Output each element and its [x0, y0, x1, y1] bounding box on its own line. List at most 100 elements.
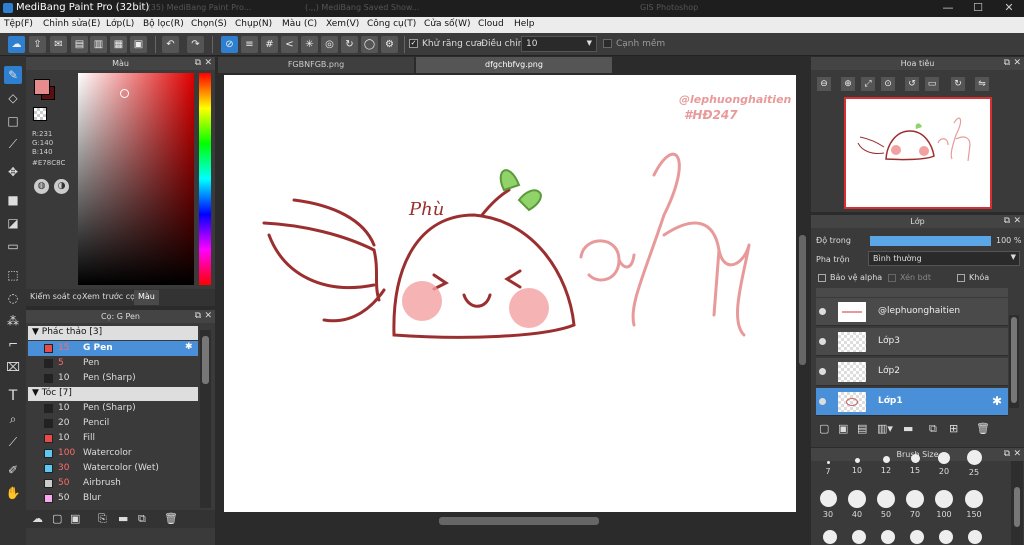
canvas-vertical-scrollbar[interactable] [796, 75, 809, 512]
vanishing-snap-icon[interactable]: < [281, 36, 298, 53]
trash-icon[interactable]: 🗑 [164, 512, 178, 525]
brush-list-scrollbar[interactable] [200, 330, 211, 508]
eyedropper-tool-icon[interactable]: ⟋ [4, 433, 22, 451]
canvas-horizontal-scrollbar[interactable] [224, 515, 796, 527]
undo-icon[interactable]: ↶ [162, 36, 179, 53]
brush-size-scrollbar[interactable] [1011, 461, 1023, 545]
brush-size-cell-partial[interactable] [852, 530, 866, 544]
soft-edge-checkbox[interactable] [603, 39, 612, 48]
gradient-tool-icon[interactable]: ▭ [4, 237, 22, 255]
opacity-slider[interactable] [870, 236, 991, 246]
layer-row-selected[interactable]: Lớp1 ✱ [816, 388, 1008, 416]
folder-icon[interactable]: ▬ [903, 422, 913, 435]
merge-layer-icon[interactable]: ⊞ [949, 422, 958, 435]
fit-icon[interactable]: ⤢ [861, 77, 875, 91]
menu-help[interactable]: Help [514, 19, 535, 29]
popout-icon[interactable]: ⧉ [1004, 57, 1010, 70]
brush-size-cell[interactable]: 100 [933, 490, 955, 519]
folder-icon[interactable]: ▬ [118, 512, 128, 525]
select-eraser-icon[interactable]: ⌧ [4, 358, 22, 376]
scrollbar-thumb[interactable] [202, 336, 209, 384]
primary-color-swatch[interactable] [34, 79, 50, 95]
close-icon[interactable]: ✕ [204, 310, 212, 323]
protect-alpha-checkbox[interactable] [818, 274, 826, 282]
eye-icon[interactable] [819, 338, 826, 345]
menu-file[interactable]: Tệp(F) [4, 19, 33, 29]
text-tool-icon[interactable]: T [4, 387, 22, 405]
adjust-select[interactable]: 10 ▼ [521, 36, 597, 52]
brush-item[interactable]: 20 Pencil [28, 416, 200, 431]
duplicate-layer-icon[interactable]: ⧉ [929, 422, 937, 436]
brush-size-cell-partial[interactable] [968, 530, 982, 544]
brush-item[interactable]: 100 Watercolor [28, 446, 200, 461]
drawing-canvas[interactable]: Phù @lephuonghaitien #HĐ247 [224, 75, 802, 512]
layer-list-scrollbar[interactable] [1009, 315, 1019, 408]
minimize-button[interactable]: — [933, 0, 963, 16]
brush-size-cell-partial[interactable] [881, 530, 895, 544]
dot-tool-icon[interactable]: □ [4, 112, 22, 130]
picker-tool-icon[interactable]: ✐ [4, 461, 22, 479]
close-icon[interactable]: ✕ [204, 57, 212, 70]
brush-size-cell-partial[interactable] [823, 530, 837, 544]
navigator-preview[interactable] [844, 97, 992, 209]
select-pen-icon[interactable]: ⌐ [4, 335, 22, 353]
flip-icon[interactable]: ⇋ [975, 77, 989, 91]
select-rect-icon[interactable]: ⬚ [4, 266, 22, 284]
antialias-checkbox[interactable]: ✓ [409, 39, 418, 48]
zoom-out-icon[interactable]: ⊖ [817, 77, 831, 91]
menu-edit[interactable]: Chỉnh sửa(E) [43, 19, 100, 29]
brush-size-cell[interactable]: 20 [933, 452, 955, 476]
gear-icon[interactable]: ✱ [992, 394, 1002, 408]
bucket-tool-icon[interactable]: ◪ [4, 214, 22, 232]
trash-icon[interactable]: 🗑 [976, 422, 990, 435]
brush-size-cell[interactable]: 40 [846, 490, 868, 519]
brush-item[interactable]: 50 Blur [28, 491, 200, 506]
magic-wand-icon[interactable]: ⁂ [4, 312, 22, 330]
new-brush-icon[interactable]: ▢ [52, 512, 62, 525]
comment-icon[interactable]: ✉ [50, 36, 67, 53]
blend-mode-select[interactable]: Bình thường ▼ [868, 251, 1020, 266]
brush-size-cell[interactable]: 25 [962, 450, 986, 477]
concentric-snap-icon[interactable]: ◎ [321, 36, 338, 53]
gear-icon[interactable]: ⚙ [381, 36, 398, 53]
brush-size-cell[interactable]: 15 [904, 454, 926, 475]
brush-item[interactable]: 15 G Pen ✱ [28, 341, 198, 356]
panel-icon[interactable]: ▣ [130, 36, 147, 53]
brush-size-cell-partial[interactable] [910, 530, 924, 544]
eye-icon[interactable] [819, 368, 826, 375]
brush-tool-icon[interactable]: ✎ [4, 66, 22, 84]
document-tab[interactable]: FGBNFGB.png [218, 57, 414, 73]
brush-size-cell-partial[interactable] [939, 530, 953, 544]
close-icon[interactable]: ✕ [1013, 448, 1021, 461]
popout-icon[interactable]: ⧉ [1004, 215, 1010, 228]
rect-fill-tool-icon[interactable]: ■ [4, 191, 22, 209]
cloud-icon[interactable]: ☁ [8, 36, 25, 53]
clip-checkbox[interactable] [888, 274, 896, 282]
menu-select[interactable]: Chọn(S) [191, 19, 227, 29]
popout-icon[interactable]: ⧉ [195, 310, 201, 323]
color-picker-cursor[interactable] [120, 89, 129, 98]
redo-icon[interactable]: ↷ [187, 36, 204, 53]
copy-icon[interactable]: ⧉ [138, 512, 146, 526]
menu-window[interactable]: Cửa số(W) [424, 19, 470, 29]
page-icon[interactable]: ▤ [71, 36, 88, 53]
zoom-in-icon[interactable]: ⊕ [841, 77, 855, 91]
tab-brush-preview[interactable]: Xem trước cọ [82, 292, 135, 301]
move-tool-icon[interactable]: ✥ [4, 163, 22, 181]
menu-view[interactable]: Xem(V) [326, 19, 359, 29]
curve-snap-icon[interactable]: ↻ [341, 36, 358, 53]
brush-item[interactable]: 30 Watercolor (Wet) [28, 461, 200, 476]
radial-snap-icon[interactable]: ✳ [301, 36, 318, 53]
menu-layer[interactable]: Lớp(L) [106, 19, 134, 29]
menu-filter[interactable]: Bộ lọc(R) [143, 19, 184, 29]
brush-size-cell[interactable]: 7 [817, 461, 839, 476]
close-icon[interactable]: ✕ [1013, 57, 1021, 70]
add-layer-menu-icon[interactable]: ▥▾ [877, 422, 893, 435]
eraser-tool-icon[interactable]: ◇ [4, 89, 22, 107]
menu-tools[interactable]: Công cụ(T) [367, 19, 416, 29]
eye-icon[interactable] [819, 398, 826, 405]
brush-size-cell[interactable]: 150 [962, 490, 986, 519]
menu-capture[interactable]: Chụp(N) [235, 19, 272, 29]
document-icon[interactable]: ▥ [90, 36, 107, 53]
divide-tool-icon[interactable]: ⌕ [4, 410, 22, 428]
